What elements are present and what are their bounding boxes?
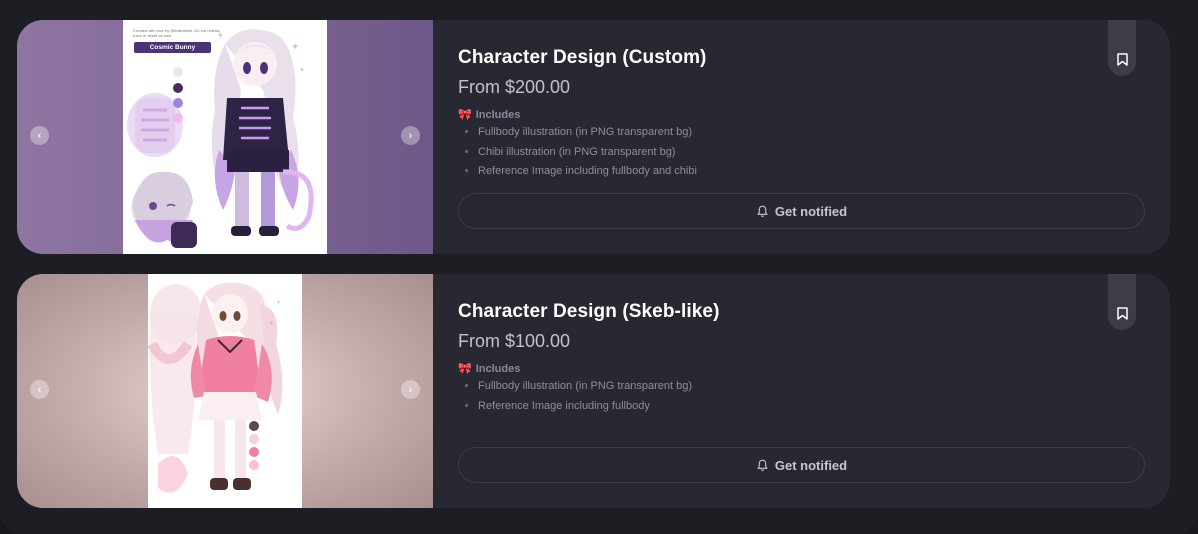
get-notified-label: Get notified [774,203,848,219]
bell-icon [757,459,768,471]
listing-price: From $100.00 [458,331,571,351]
carousel-next-button[interactable]: › [401,380,420,399]
chevron-left-icon: ‹ [37,383,42,396]
list-item: Reference Image including fullbody [478,397,692,417]
includes-label: Includes [475,108,521,121]
listing-info: Character Design (Skeb-like) From $100.0… [458,274,1170,508]
listing-title: Character Design (Custom) [458,47,707,68]
chevron-right-icon: › [408,129,413,142]
artwork-illustration: ✦ ✦ [148,282,283,493]
get-notified-button[interactable]: Get notified [458,193,1145,229]
svg-text:✦: ✦ [299,66,305,74]
ribbon-icon: 🎀 [458,363,472,375]
listing-card-skeb-like: ✦ ✦ ‹ › Character Design (Skeb-like) Fro… [17,274,1170,508]
listing-title: Character Design (Skeb-like) [458,301,720,322]
chevron-right-icon: › [408,383,413,396]
includes-label: Includes [475,362,521,375]
listing-info: Character Design (Custom) From $200.00 🎀… [458,20,1170,254]
list-item: Fullbody illustration (in PNG transparen… [478,377,692,397]
ribbon-icon: 🎀 [458,109,472,121]
includes-list: Fullbody illustration (in PNG transparen… [478,123,697,182]
carousel-prev-button[interactable]: ‹ [30,126,49,145]
list-item: Chibi illustration (in PNG transparent b… [478,143,697,163]
artwork-watermark: Created with love by @kailintbest. Do no… [133,28,221,38]
list-item: Reference Image including fullbody and c… [478,162,697,182]
artwork-illustration: ✦ ✦ ✦ [127,29,314,248]
character-artwork: ✦ ✦ ✦ Created with love by @kailintbest.… [123,20,327,254]
page-frame: ✦ ✦ ✦ Created with love by @kailintbest.… [0,0,1198,534]
listing-card-custom: ✦ ✦ ✦ Created with love by @kailintbest.… [17,20,1170,254]
chevron-left-icon: ‹ [37,129,42,142]
bookmark-icon [1116,53,1128,66]
get-notified-button[interactable]: Get notified [458,447,1145,483]
image-carousel: ✦ ✦ ‹ › [17,274,433,508]
bookmark-button[interactable] [1108,274,1136,330]
includes-heading: 🎀 Includes [458,108,521,122]
includes-heading: 🎀 Includes [458,362,521,376]
listing-price: From $200.00 [458,77,571,97]
carousel-prev-button[interactable]: ‹ [30,380,49,399]
bookmark-button[interactable] [1108,20,1136,76]
includes-list: Fullbody illustration (in PNG transparen… [478,377,692,416]
bell-icon [757,205,768,217]
image-carousel: ✦ ✦ ✦ Created with love by @kailintbest.… [17,20,433,254]
artwork-banner: Cosmic Bunny [134,42,211,53]
list-item: Fullbody illustration (in PNG transparen… [478,123,697,143]
bookmark-icon [1116,307,1128,320]
svg-text:✦: ✦ [291,42,299,53]
svg-text:✦: ✦ [268,319,275,328]
carousel-next-button[interactable]: › [401,126,420,145]
character-artwork: ✦ ✦ [148,274,302,508]
get-notified-label: Get notified [774,457,848,473]
svg-text:✦: ✦ [276,299,281,306]
